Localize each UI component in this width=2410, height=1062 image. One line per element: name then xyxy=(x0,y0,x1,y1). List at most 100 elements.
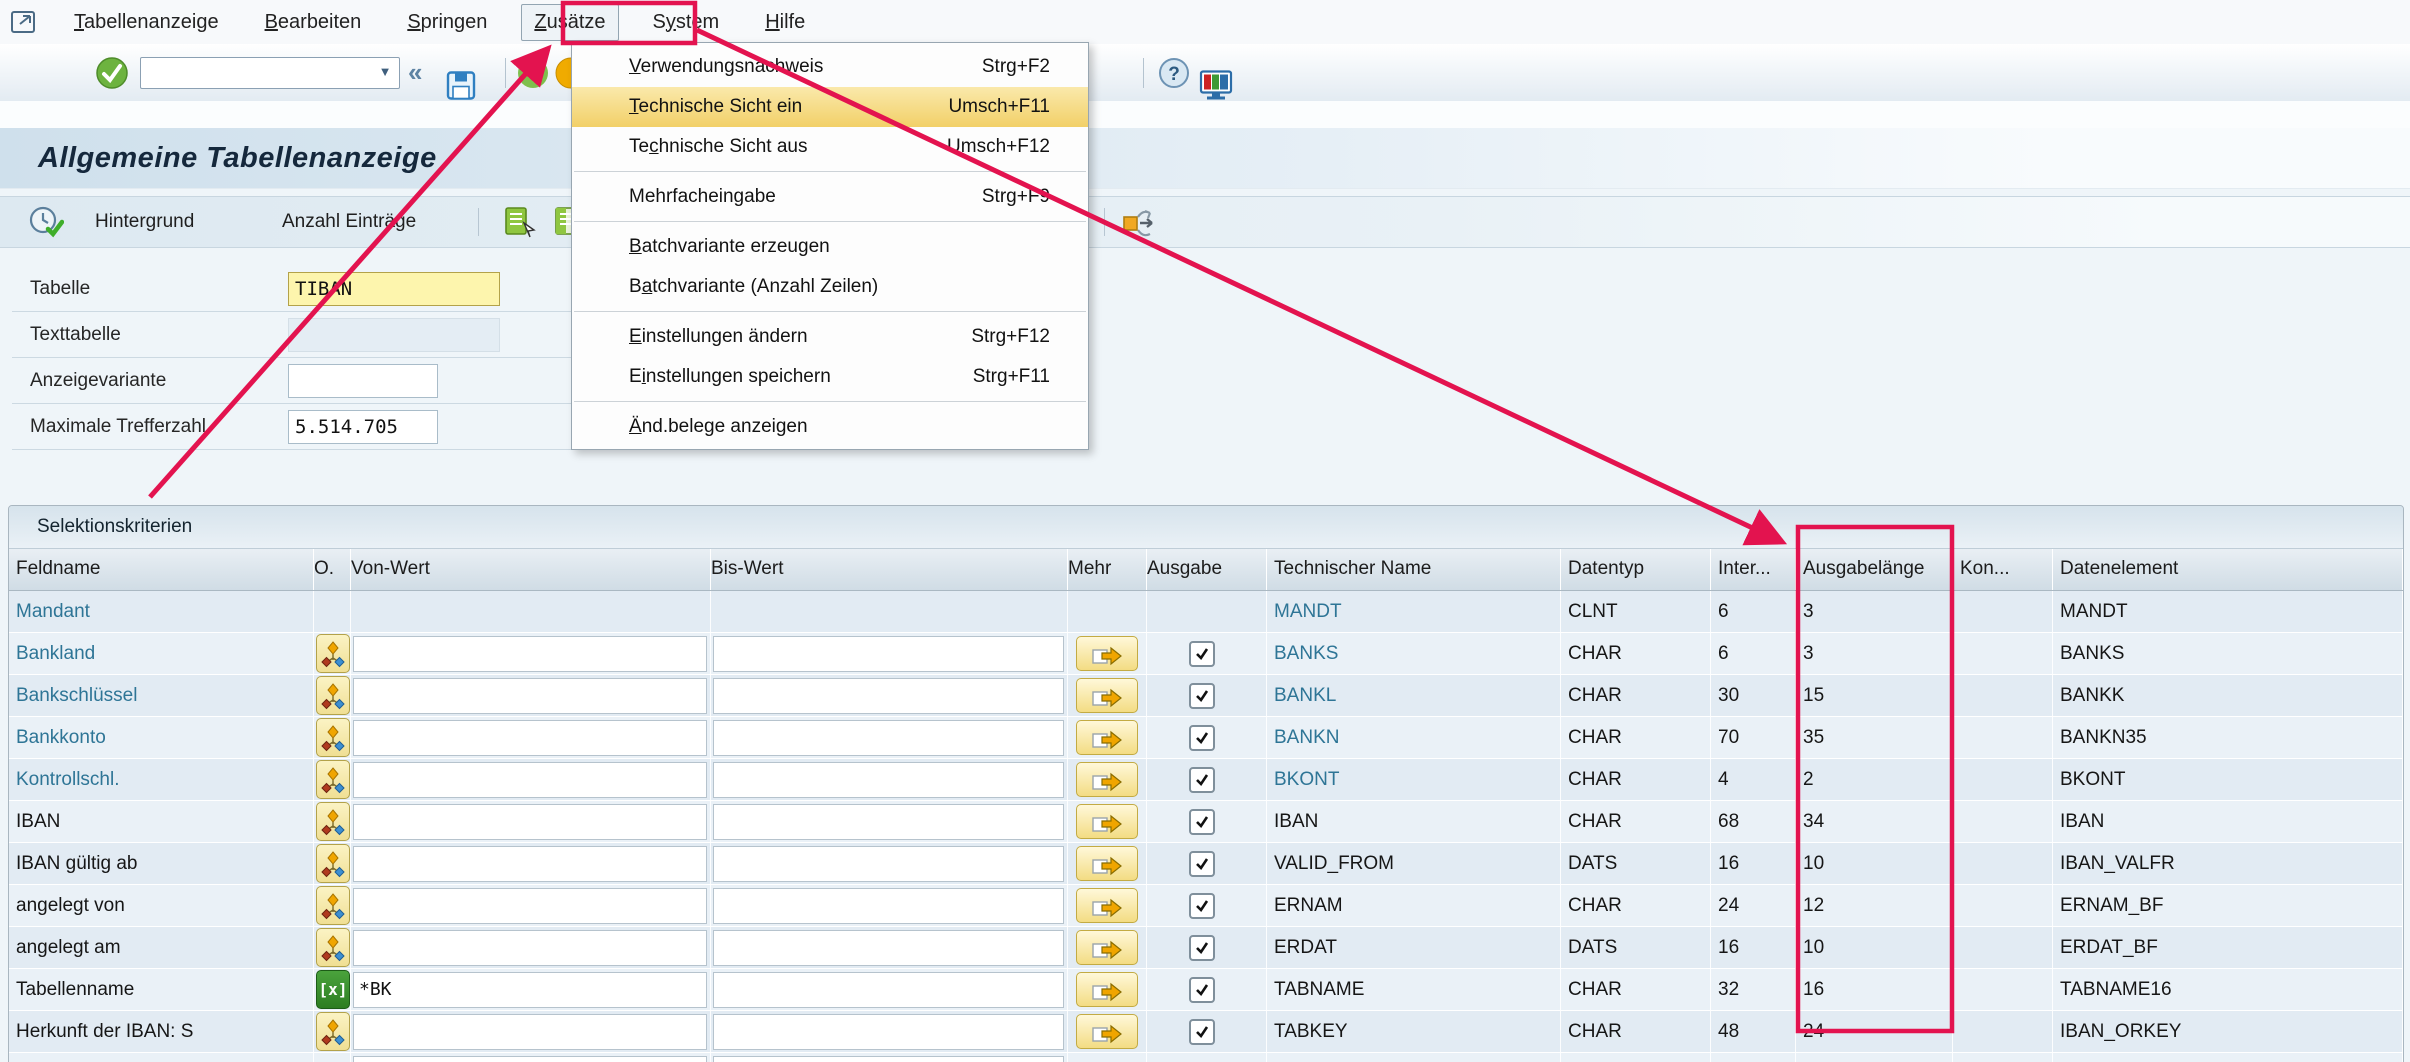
von-wert-input[interactable] xyxy=(353,762,707,798)
von-wert-input[interactable] xyxy=(353,1014,707,1050)
selection-options-icon[interactable] xyxy=(316,928,350,967)
column-header-feldname[interactable]: Feldname xyxy=(9,549,314,590)
selection-options-icon[interactable] xyxy=(316,1012,350,1051)
selection-options-icon[interactable] xyxy=(316,886,350,925)
multiple-selection-button[interactable] xyxy=(1076,930,1138,965)
menu-item-änd-belege-anzeigen[interactable]: Änd.belege anzeigen xyxy=(572,407,1088,447)
expand-distribute-icon[interactable] xyxy=(1120,205,1160,239)
execute-in-background-icon[interactable] xyxy=(28,205,64,239)
von-wert-input[interactable] xyxy=(353,888,707,924)
collapse-toolbar-icon[interactable]: « xyxy=(408,57,422,88)
output-checkbox[interactable] xyxy=(1189,683,1215,709)
background-button[interactable]: Hintergrund xyxy=(95,197,194,247)
column-header-ausgabe[interactable]: Ausgabe xyxy=(1147,549,1267,590)
column-header-mehr[interactable]: Mehr xyxy=(1068,549,1147,590)
menu-item-verwendungsnachweis[interactable]: VerwendungsnachweisStrg+F2 xyxy=(572,47,1088,87)
bis-wert-input[interactable] xyxy=(713,636,1064,672)
output-checkbox[interactable] xyxy=(1189,1019,1215,1045)
menubar-item-tabellenanzeige[interactable]: Tabellenanzeige xyxy=(62,5,231,40)
multiple-selection-button[interactable] xyxy=(1076,678,1138,713)
multiple-selection-button[interactable] xyxy=(1076,846,1138,881)
menubar-item-zusätze[interactable]: Zusätze xyxy=(521,4,618,41)
selection-options-icon[interactable] xyxy=(316,718,350,757)
multiple-selection-button[interactable] xyxy=(1076,636,1138,671)
menubar-items: Tabellenanzeige Bearbeiten Springen Zusätze… xyxy=(62,4,839,41)
column-header-datentyp[interactable]: Datentyp xyxy=(1561,549,1711,590)
multiple-selection-button[interactable] xyxy=(1076,1014,1138,1049)
bis-wert-input[interactable] xyxy=(713,762,1064,798)
selection-options-icon[interactable] xyxy=(316,760,350,799)
bis-wert-input[interactable] xyxy=(713,1056,1064,1062)
column-header-ausgabelänge[interactable]: Ausgabelänge xyxy=(1796,549,1953,590)
bis-wert-input[interactable] xyxy=(713,1014,1064,1050)
bis-wert-input[interactable] xyxy=(713,930,1064,966)
column-header-kon[interactable]: Kon... xyxy=(1953,549,2053,590)
bis-wert-input[interactable] xyxy=(713,720,1064,756)
toolbar-separator xyxy=(505,58,506,88)
output-length: 24 xyxy=(1803,1021,1824,1043)
back-icon[interactable]: « xyxy=(516,56,550,90)
entry-count-button[interactable]: Anzahl Einträge xyxy=(282,197,416,247)
output-checkbox[interactable] xyxy=(1189,767,1215,793)
selection-options-icon[interactable] xyxy=(316,844,350,883)
menu-item-technische-sicht-ein[interactable]: Technische Sicht einUmsch+F11 xyxy=(572,87,1088,127)
menu-item-batchvariante-erzeugen[interactable]: Batchvariante erzeugen xyxy=(572,227,1088,267)
column-header-inter[interactable]: Inter... xyxy=(1711,549,1796,590)
menu-item-einstellungen-speichern[interactable]: Einstellungen speichernStrg+F11 xyxy=(572,357,1088,397)
select-all-list-icon[interactable] xyxy=(502,205,538,239)
bis-wert-cell xyxy=(711,633,1068,674)
enter-check-icon[interactable] xyxy=(95,56,129,90)
von-wert-input[interactable] xyxy=(353,1056,707,1062)
multiple-selection-button[interactable] xyxy=(1076,762,1138,797)
menubar-item-springen[interactable]: Springen xyxy=(395,5,499,40)
menubar-item-system[interactable]: System xyxy=(641,5,732,40)
menu-item-mehrfacheingabe[interactable]: MehrfacheingabeStrg+F9 xyxy=(572,177,1088,217)
von-wert-input[interactable] xyxy=(353,930,707,966)
form-field-maximale-trefferzahl[interactable]: 5.514.705 xyxy=(288,410,438,444)
multiple-selection-button[interactable] xyxy=(1076,888,1138,923)
von-wert-input[interactable] xyxy=(353,804,707,840)
output-checkbox[interactable] xyxy=(1189,935,1215,961)
pattern-selection-icon[interactable]: [x] xyxy=(316,970,350,1009)
column-header-o[interactable]: O. xyxy=(314,549,351,590)
output-checkbox[interactable] xyxy=(1189,809,1215,835)
menubar-item-hilfe[interactable]: Hilfe xyxy=(753,5,817,40)
von-wert-input[interactable] xyxy=(353,678,707,714)
toolbar-separator xyxy=(1143,58,1144,88)
output-checkbox[interactable] xyxy=(1189,641,1215,667)
von-wert-input[interactable] xyxy=(353,972,707,1008)
form-field-tabelle[interactable]: TIBAN xyxy=(288,272,500,306)
multiple-selection-button[interactable] xyxy=(1076,804,1138,839)
menu-item-technische-sicht-aus[interactable]: Technische Sicht ausUmsch+F12 xyxy=(572,127,1088,167)
bis-wert-input[interactable] xyxy=(713,678,1064,714)
multiple-selection-button[interactable] xyxy=(1076,720,1138,755)
command-dropdown-icon[interactable]: ▼ xyxy=(373,61,397,83)
multiple-selection-button[interactable] xyxy=(1076,972,1138,1007)
session-window-icon[interactable] xyxy=(10,8,40,36)
output-checkbox[interactable] xyxy=(1189,977,1215,1003)
von-wert-input[interactable] xyxy=(353,636,707,672)
output-checkbox[interactable] xyxy=(1189,851,1215,877)
output-checkbox[interactable] xyxy=(1189,725,1215,751)
command-input[interactable] xyxy=(143,60,371,86)
von-wert-input[interactable] xyxy=(353,846,707,882)
bis-wert-input[interactable] xyxy=(713,972,1064,1008)
bis-wert-input[interactable] xyxy=(713,888,1064,924)
column-header-technischer-name[interactable]: Technischer Name xyxy=(1267,549,1561,590)
menu-item-einstellungen-ändern[interactable]: Einstellungen ändernStrg+F12 xyxy=(572,317,1088,357)
selection-options-icon[interactable] xyxy=(316,802,350,841)
mehr-cell xyxy=(1068,843,1147,884)
column-header-datenelement[interactable]: Datenelement xyxy=(2053,549,2403,590)
bis-wert-input[interactable] xyxy=(713,804,1064,840)
selection-options-icon[interactable] xyxy=(316,676,350,715)
menu-item-batchvariante-anzahl-zeilen[interactable]: Batchvariante (Anzahl Zeilen) xyxy=(572,267,1088,307)
von-wert-input[interactable] xyxy=(353,720,707,756)
menubar-item-bearbeiten[interactable]: Bearbeiten xyxy=(253,5,374,40)
help-icon[interactable]: ? xyxy=(1158,57,1190,89)
output-checkbox[interactable] xyxy=(1189,893,1215,919)
selection-options-icon[interactable] xyxy=(316,634,350,673)
bis-wert-input[interactable] xyxy=(713,846,1064,882)
column-header-von-wert[interactable]: Von-Wert xyxy=(351,549,711,590)
form-field-anzeigevariante[interactable] xyxy=(288,364,438,398)
column-header-bis-wert[interactable]: Bis-Wert xyxy=(711,549,1068,590)
